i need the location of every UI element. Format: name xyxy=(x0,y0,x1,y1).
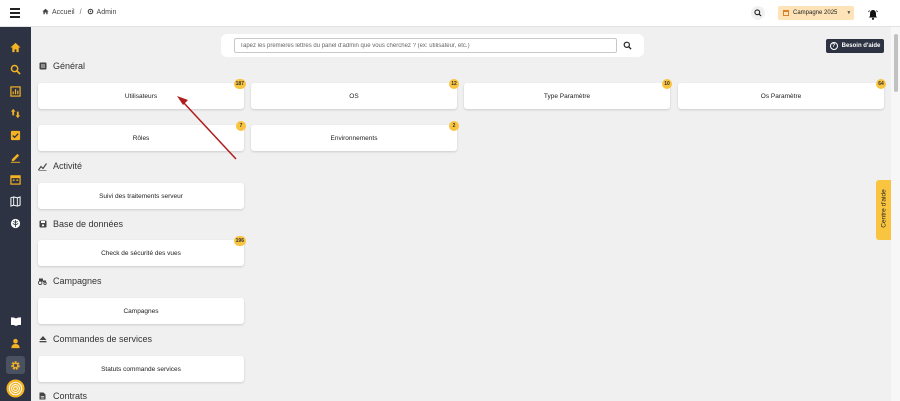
count-badge: 187 xyxy=(233,79,246,89)
count-badge: 10 xyxy=(662,79,672,89)
sidebar-item-edit[interactable] xyxy=(6,148,25,166)
section-campagnes-title: Campagnes xyxy=(53,276,102,286)
breadcrumb: Accueil / Admin xyxy=(42,8,116,17)
file-icon xyxy=(38,392,47,401)
section-database: Base de données xyxy=(38,219,123,229)
calendar-icon xyxy=(783,10,789,16)
section-contrats-title: Contrats xyxy=(53,391,88,401)
campaign-selector[interactable]: Campagne 2025 ▼ xyxy=(778,6,854,20)
user-icon xyxy=(11,338,20,348)
count-badge: 2 xyxy=(449,121,459,131)
breadcrumb-admin[interactable]: Admin xyxy=(97,9,117,16)
card-statuts-commande[interactable]: Statuts commande services xyxy=(38,356,244,382)
card-label: Environnements xyxy=(330,134,378,142)
chevron-down-icon: ▼ xyxy=(846,10,852,16)
sidebar-item-transfers[interactable] xyxy=(6,104,25,122)
card-label: Utilisateurs xyxy=(124,92,158,100)
section-activite-title: Activité xyxy=(53,161,83,171)
leaf-icon xyxy=(10,218,21,228)
sidebar-item-logo[interactable] xyxy=(6,378,25,398)
scrollbar-thumb[interactable] xyxy=(894,34,898,92)
chart-icon xyxy=(10,85,21,97)
count-badge: 12 xyxy=(449,79,459,89)
home-icon xyxy=(42,8,49,17)
pen-icon xyxy=(10,153,21,163)
card-label: Statuts commande services xyxy=(101,365,181,373)
section-database-title: Base de données xyxy=(53,219,124,229)
sidebar-item-calendar[interactable] xyxy=(6,170,25,188)
section-campagnes: Campagnes xyxy=(38,276,102,286)
calendar-icon xyxy=(10,174,21,185)
card-label: Rôles xyxy=(132,134,150,142)
question-icon: ? xyxy=(829,42,838,50)
eject-icon xyxy=(38,335,47,344)
section-general-title: Général xyxy=(53,61,86,71)
card-check-securite[interactable]: Check de sécurité des vues 196 xyxy=(38,236,246,266)
card-label: OS xyxy=(349,92,359,100)
section-commandes: Commandes de services xyxy=(38,334,152,344)
fingerprint-icon xyxy=(6,378,25,398)
help-center-tab[interactable]: Centre d'aide xyxy=(876,180,891,240)
sort-arrows-icon xyxy=(10,108,21,118)
global-search-button[interactable] xyxy=(751,6,765,20)
section-general: Général xyxy=(38,61,85,71)
book-icon xyxy=(10,316,21,326)
breadcrumb-separator: / xyxy=(79,9,82,16)
search-icon xyxy=(10,64,21,75)
sidebar-item-map[interactable] xyxy=(6,192,25,210)
top-bar: Accueil / Admin Campagne 2025 ▼ xyxy=(0,0,900,27)
sidebar-item-admin[interactable] xyxy=(6,356,25,374)
sidebar-item-reports[interactable] xyxy=(6,82,25,100)
card-label: Type Paramètre xyxy=(543,92,591,100)
section-contrats: Contrats xyxy=(38,391,87,401)
menu-icon[interactable] xyxy=(10,8,20,18)
gear-icon xyxy=(11,360,20,370)
need-help-label: Besoin d'aide xyxy=(841,43,881,49)
sidebar-item-home[interactable] xyxy=(6,38,25,56)
sidebar-item-search[interactable] xyxy=(6,60,25,78)
card-os-parametre[interactable]: Os Paramètre 64 xyxy=(678,79,886,109)
card-label: Check de sécurité des vues xyxy=(101,249,181,257)
tractor-icon xyxy=(38,277,47,286)
campaign-label: Campagne 2025 xyxy=(793,10,838,16)
section-commandes-title: Commandes de services xyxy=(53,334,153,344)
search-button[interactable] xyxy=(621,39,634,52)
card-roles[interactable]: Rôles 7 xyxy=(38,121,246,151)
sidebar-item-docs[interactable] xyxy=(6,312,25,330)
sidebar-item-profile[interactable] xyxy=(6,334,25,352)
card-environnements[interactable]: Environnements 2 xyxy=(251,121,459,151)
breadcrumb-home[interactable]: Accueil xyxy=(52,9,75,16)
home-icon xyxy=(10,42,21,52)
card-suivi-traitements[interactable]: Suivi des traitements serveur xyxy=(38,183,244,209)
sidebar-item-tasks[interactable] xyxy=(6,126,25,144)
admin-search-input[interactable] xyxy=(234,38,617,53)
admin-search-panel xyxy=(221,34,644,57)
map-icon xyxy=(10,195,21,207)
card-campagnes[interactable]: Campagnes xyxy=(38,298,244,324)
count-badge: 7 xyxy=(236,121,246,131)
help-center-label: Centre d'aide xyxy=(880,189,888,228)
card-os[interactable]: OS 12 xyxy=(251,79,459,109)
sidebar-item-nature[interactable] xyxy=(6,214,25,232)
need-help-button[interactable]: ? Besoin d'aide xyxy=(826,39,884,53)
search-icon xyxy=(754,9,762,17)
gear-icon xyxy=(87,8,94,17)
card-label: Campagnes xyxy=(123,307,159,315)
card-label: Suivi des traitements serveur xyxy=(99,192,183,200)
card-type-parametre[interactable]: Type Paramètre 10 xyxy=(464,79,672,109)
count-badge: 196 xyxy=(233,236,246,246)
card-label: Os Paramètre xyxy=(760,92,802,100)
bell-icon[interactable] xyxy=(868,7,878,20)
count-badge: 64 xyxy=(876,79,886,89)
card-utilisateurs[interactable]: Utilisateurs 187 xyxy=(38,79,246,109)
activity-icon xyxy=(38,162,47,171)
checklist-icon xyxy=(10,130,21,140)
section-activite: Activité xyxy=(38,161,82,171)
sidebar xyxy=(0,27,31,401)
search-icon xyxy=(623,41,632,50)
save-icon xyxy=(38,220,47,229)
document-icon xyxy=(38,62,47,71)
